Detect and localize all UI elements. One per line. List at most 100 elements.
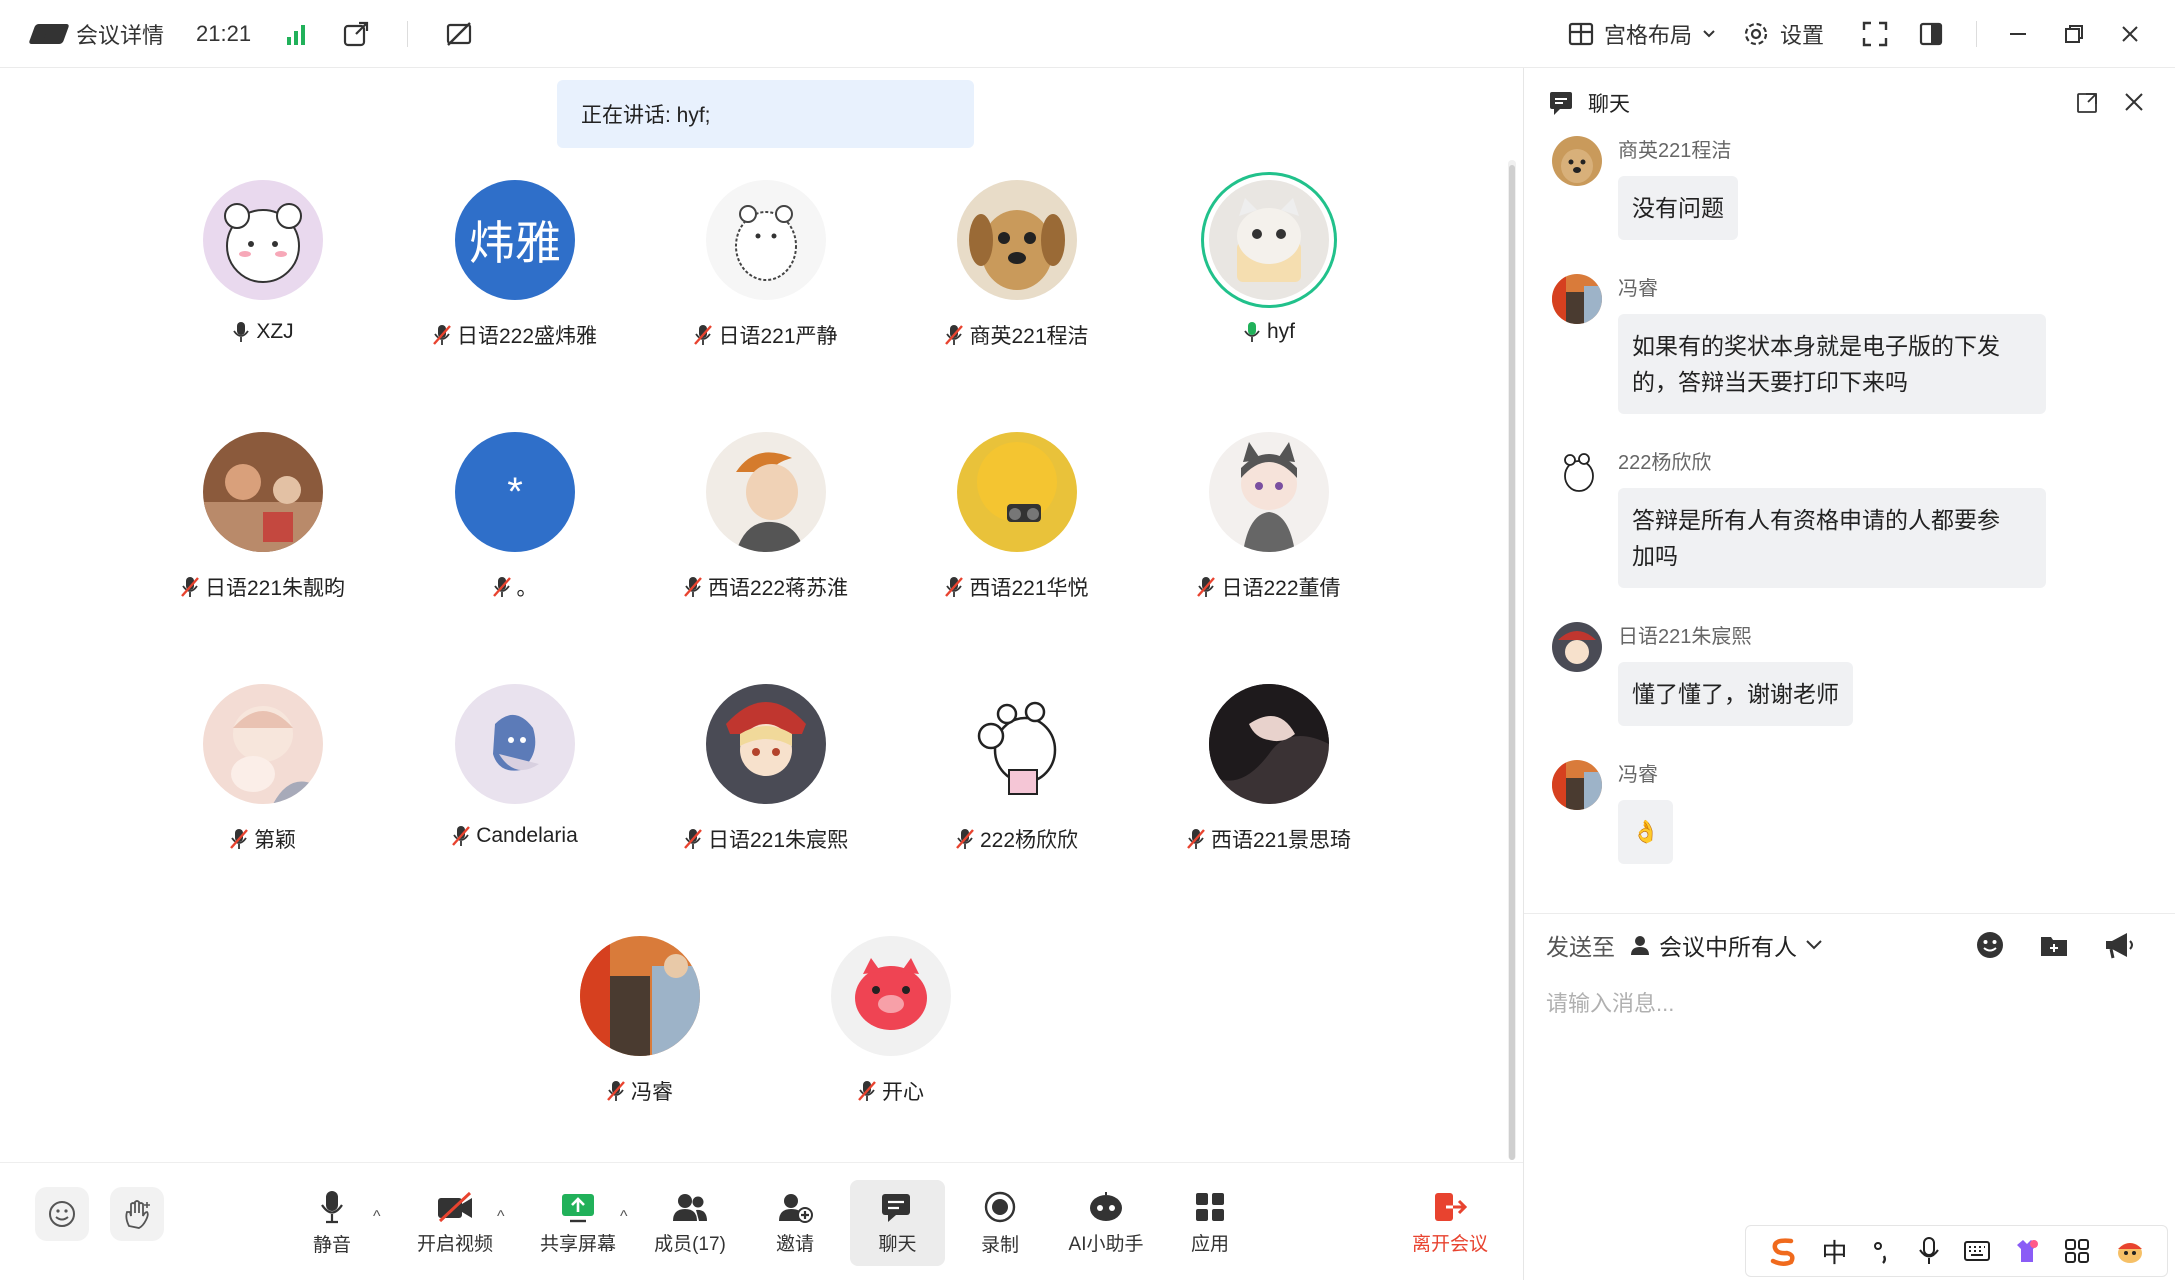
divider	[1524, 913, 2175, 914]
ai-assistant-button[interactable]: AI小助手	[1060, 1180, 1152, 1266]
message-bubble: 没有问题	[1618, 176, 1738, 240]
participant-tile[interactable]: 炜雅 日语222盛炜雅	[395, 180, 635, 380]
avatar	[1552, 622, 1602, 672]
chat-icon	[1550, 92, 1572, 115]
toggle-sidebar-icon[interactable]	[1916, 19, 1946, 49]
participant-tile[interactable]: * 。	[395, 432, 635, 632]
chat-message: 冯睿 👌	[1552, 760, 2112, 880]
avatar-initials: *	[507, 469, 523, 514]
scrollbar-thumb[interactable]	[1509, 165, 1515, 1160]
close-chat-icon[interactable]	[2122, 90, 2146, 114]
punctuation-icon[interactable]	[1870, 1238, 1896, 1264]
participant-name: 日语221严静	[718, 325, 838, 348]
settings-button[interactable]: 设置	[1742, 18, 1824, 50]
video-options-caret-icon[interactable]: ^	[497, 1208, 505, 1226]
message-line: 的，答辩当天要打印下来吗	[1632, 369, 1908, 395]
mute-button[interactable]: 静音	[300, 1180, 364, 1266]
network-signal-icon[interactable]	[287, 23, 306, 45]
participant-tile[interactable]: 西语221景思琦	[1149, 684, 1389, 884]
keyboard-icon[interactable]	[1963, 1239, 1991, 1263]
toolbox-grid-icon[interactable]	[2063, 1237, 2091, 1265]
message-line: 如果有的奖状本身就是电子版的下发	[1632, 333, 2000, 359]
minimize-icon[interactable]	[2003, 19, 2033, 49]
ime-language-toggle[interactable]: 中	[1822, 1233, 1848, 1270]
message-bubble: 懂了懂了，谢谢老师	[1618, 662, 1853, 726]
message-sender: 222杨欣欣	[1618, 452, 1712, 474]
voice-input-icon[interactable]	[1918, 1237, 1940, 1265]
chat-panel: 聊天 商英221程洁 没有问题 冯睿 如果有的奖状本身就是电子版的下发 的，答辩…	[1523, 68, 2175, 1280]
send-to-selector[interactable]: 发送至 会议中所有人	[1546, 928, 1823, 962]
participant-tile[interactable]: 日语222董倩	[1149, 432, 1389, 632]
message-input[interactable]: 请输入消息...	[1546, 986, 1674, 1018]
sogou-logo-icon[interactable]	[1767, 1235, 1799, 1267]
mascot-icon[interactable]	[2114, 1237, 2146, 1265]
message-line: 答辩是所有人有资格申请的人都要参	[1632, 507, 2000, 533]
start-video-button[interactable]: 开启视频	[410, 1180, 500, 1266]
restore-icon[interactable]	[2059, 19, 2089, 49]
participant-name: 开心	[882, 1081, 924, 1104]
invite-button[interactable]: 邀请	[760, 1180, 830, 1266]
participant-tile[interactable]: 日语221朱宸熙	[646, 684, 886, 884]
participant-tile[interactable]: hyf	[1149, 180, 1389, 380]
gear-icon	[1744, 22, 1768, 46]
chat-button[interactable]: 聊天	[850, 1180, 945, 1266]
avatar	[203, 684, 323, 804]
mic-muted-icon	[945, 577, 964, 597]
participant-name: 西语222蒋苏淮	[707, 577, 849, 600]
folder-icon[interactable]	[2039, 930, 2069, 960]
participant-tile[interactable]: 日语221严静	[646, 180, 886, 380]
members-label: 成员(17)	[654, 1233, 726, 1255]
members-button[interactable]: 成员(17)	[650, 1180, 730, 1266]
hide-self-view-icon[interactable]	[444, 19, 474, 49]
participant-tile[interactable]: 开心	[771, 936, 1011, 1136]
mute-options-caret-icon[interactable]: ^	[373, 1208, 381, 1226]
popout-icon[interactable]	[2076, 90, 2100, 114]
share-link-icon[interactable]	[341, 19, 371, 49]
message-bubble: 答辩是所有人有资格申请的人都要参 加吗	[1618, 488, 2046, 588]
apps-button[interactable]: 应用	[1175, 1180, 1245, 1266]
chevron-down-icon	[1806, 940, 1822, 950]
raise-hand-button[interactable]	[110, 1187, 164, 1241]
participant-tile[interactable]: 西语222蒋苏淮	[646, 432, 886, 632]
send-to-target: 会议中所有人	[1659, 934, 1797, 960]
emoji-icon[interactable]	[1975, 930, 2005, 960]
mic-muted-icon	[181, 577, 199, 597]
leave-meeting-button[interactable]: 离开会议	[1405, 1180, 1495, 1266]
share-screen-button[interactable]: 共享屏幕	[533, 1180, 623, 1266]
reaction-button[interactable]	[35, 1187, 89, 1241]
participant-name: 日语222盛炜雅	[456, 325, 598, 348]
participant-tile[interactable]: 222杨欣欣	[897, 684, 1137, 884]
apps-grid-icon	[1196, 1192, 1224, 1221]
mic-muted-icon	[945, 325, 964, 345]
chevron-down-icon	[1703, 30, 1715, 38]
mic-muted-icon	[956, 829, 974, 849]
mic-on-icon	[233, 322, 250, 342]
meeting-details-button[interactable]: 会议详情	[28, 18, 164, 50]
skin-icon[interactable]	[2013, 1237, 2041, 1265]
share-options-caret-icon[interactable]: ^	[620, 1208, 628, 1226]
participant-tile[interactable]: 商英221程洁	[897, 180, 1137, 380]
chat-message: 商英221程洁 没有问题	[1552, 136, 2112, 256]
participant-tile[interactable]: 冯睿	[520, 936, 760, 1136]
avatar	[706, 180, 826, 300]
mic-muted-icon	[452, 826, 471, 846]
person-icon	[1631, 936, 1649, 955]
participant-tile[interactable]: XZJ	[143, 180, 383, 380]
message-sender: 冯睿	[1618, 764, 1658, 786]
ai-robot-icon	[1090, 1191, 1122, 1221]
megaphone-icon[interactable]	[2103, 930, 2135, 960]
ime-toolbar: 中	[1745, 1225, 2168, 1277]
participant-name: 日语222董倩	[1221, 577, 1341, 600]
participant-tile[interactable]: Candelaria	[395, 684, 635, 884]
settings-label: 设置	[1779, 23, 1824, 48]
close-window-icon[interactable]	[2115, 19, 2145, 49]
participant-tile[interactable]: 第颖	[143, 684, 383, 884]
fullscreen-icon[interactable]	[1860, 19, 1890, 49]
participant-name: 。	[516, 577, 538, 600]
participant-tile[interactable]: 日语221朱靓昀	[143, 432, 383, 632]
layout-switch-button[interactable]: 宫格布局	[1568, 18, 1716, 50]
record-button[interactable]: 录制	[965, 1180, 1035, 1266]
participant-tile[interactable]: 西语221华悦	[897, 432, 1137, 632]
participant-name: 冯睿	[631, 1081, 673, 1104]
message-bubble: 如果有的奖状本身就是电子版的下发 的，答辩当天要打印下来吗	[1618, 314, 2046, 414]
